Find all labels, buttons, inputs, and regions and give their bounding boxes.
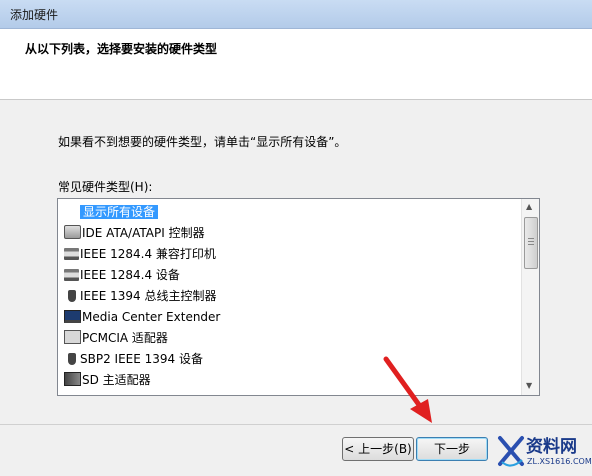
scroll-down-arrow-icon[interactable]: ▼ bbox=[526, 381, 532, 390]
watermark-logo-icon bbox=[498, 436, 524, 467]
list-item-label: SD 主适配器 bbox=[82, 373, 151, 387]
sd-card-icon bbox=[64, 372, 81, 386]
watermark-text: 资料网 bbox=[526, 437, 577, 457]
list-item-show-all-devices[interactable]: 显示所有设备 bbox=[64, 203, 159, 222]
plug-icon bbox=[68, 290, 76, 302]
printer-icon bbox=[64, 269, 79, 281]
window-title: 添加硬件 bbox=[10, 8, 59, 22]
list-item-label: IDE ATA/ATAPI 控制器 bbox=[82, 226, 205, 240]
back-button[interactable]: < 上一步(B) bbox=[342, 437, 414, 461]
list-item-label: PCMCIA 适配器 bbox=[82, 331, 168, 345]
scrollbar-thumb[interactable] bbox=[524, 217, 538, 269]
list-item-media-center-extender[interactable]: Media Center Extender bbox=[64, 308, 220, 327]
drive-controller-icon bbox=[64, 225, 81, 239]
footer-divider bbox=[0, 424, 592, 425]
list-item-label: IEEE 1284.4 兼容打印机 bbox=[80, 247, 216, 261]
scroll-up-arrow-icon[interactable]: ▲ bbox=[526, 202, 532, 211]
list-item-label: 显示所有设备 bbox=[80, 205, 159, 219]
hardware-list-label: 常见硬件类型(H): bbox=[58, 180, 153, 194]
next-button[interactable]: 下一步 bbox=[416, 437, 488, 461]
list-item-ieee1394-controller[interactable]: IEEE 1394 总线主控制器 bbox=[64, 287, 216, 306]
blank-icon bbox=[64, 206, 79, 218]
title-bar[interactable]: 添加硬件 bbox=[0, 0, 592, 29]
annotation-arrow-icon bbox=[383, 356, 432, 423]
list-item-ieee1284-device[interactable]: IEEE 1284.4 设备 bbox=[64, 266, 180, 285]
list-item-label: SBP2 IEEE 1394 设备 bbox=[80, 352, 203, 366]
card-icon bbox=[64, 330, 81, 344]
list-item-ieee1284-printer[interactable]: IEEE 1284.4 兼容打印机 bbox=[64, 245, 216, 264]
list-item-label: IEEE 1284.4 设备 bbox=[80, 268, 180, 282]
list-item-sbp2-ieee1394[interactable]: SBP2 IEEE 1394 设备 bbox=[64, 350, 203, 369]
watermark-url: ZL.XS1616.COM bbox=[527, 457, 592, 466]
vertical-scrollbar[interactable]: ▲ ▼ bbox=[521, 199, 539, 395]
monitor-icon bbox=[64, 310, 81, 323]
list-item-label: Media Center Extender bbox=[82, 310, 221, 324]
wizard-header: 从以下列表，选择要安装的硬件类型 bbox=[0, 29, 592, 100]
list-item-sd-host-adapter[interactable]: SD 主适配器 bbox=[64, 371, 151, 390]
list-item-ide-ata[interactable]: IDE ATA/ATAPI 控制器 bbox=[64, 224, 205, 243]
watermark: 资料网 ZL.XS1616.COM bbox=[494, 430, 592, 474]
printer-icon bbox=[64, 248, 79, 260]
info-text: 如果看不到想要的硬件类型，请单击“显示所有设备”。 bbox=[58, 135, 347, 149]
hardware-type-list[interactable]: 显示所有设备 IDE ATA/ATAPI 控制器 IEEE 1284.4 兼容打… bbox=[57, 198, 540, 396]
plug-icon bbox=[68, 353, 76, 365]
list-item-label: IEEE 1394 总线主控制器 bbox=[80, 289, 217, 303]
list-item-pcmcia-adapter[interactable]: PCMCIA 适配器 bbox=[64, 329, 168, 348]
page-heading: 从以下列表，选择要安装的硬件类型 bbox=[25, 42, 218, 56]
